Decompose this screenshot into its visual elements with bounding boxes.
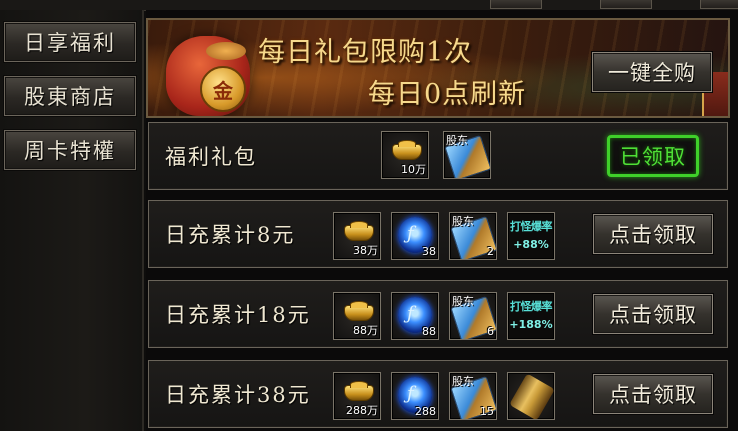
item-tag: 股东 bbox=[452, 375, 474, 388]
claimed-status-stamp: 已领取 bbox=[607, 135, 699, 177]
row-title: 福利礼包 bbox=[165, 145, 257, 169]
bag-knot bbox=[206, 42, 246, 60]
sidebar: 日享福利 股東商店 周卡特權 bbox=[0, 10, 144, 431]
golden-scroll-icon bbox=[509, 373, 554, 419]
reward-slot-gold[interactable]: 288万 bbox=[333, 372, 381, 420]
reward-row-recharge-38: 日充累计38元 288万 ƒ 288 股东 15 点击领取 bbox=[148, 360, 728, 428]
reward-slot-shareholder[interactable]: 股东 2 bbox=[449, 212, 497, 260]
reward-slot-golden-scroll[interactable] bbox=[507, 372, 555, 420]
buff-value: +188% bbox=[509, 318, 553, 331]
item-count: 288万 bbox=[346, 404, 378, 417]
reward-slot-orb[interactable]: ƒ 88 bbox=[391, 292, 439, 340]
buff-name: 打怪爆率 bbox=[510, 300, 553, 313]
item-count: 38 bbox=[422, 245, 436, 258]
item-count: 88 bbox=[422, 325, 436, 338]
banner-limit-text: 每日礼包限购1次 bbox=[258, 37, 473, 68]
reward-slot-orb[interactable]: ƒ 38 bbox=[391, 212, 439, 260]
reward-slot-gold[interactable]: 88万 bbox=[333, 292, 381, 340]
gold-ingot-icon bbox=[344, 221, 374, 241]
claim-button[interactable]: 点击领取 bbox=[593, 214, 713, 254]
gold-coin-icon: 金 bbox=[200, 66, 246, 112]
item-count: 288 bbox=[415, 405, 436, 418]
gold-ingot-icon bbox=[392, 140, 422, 160]
buff-name: 打怪爆率 bbox=[510, 220, 553, 233]
banner-refresh-text: 每日0点刷新 bbox=[368, 79, 527, 110]
reward-slot-shareholder[interactable]: 股东 6 bbox=[449, 292, 497, 340]
sidebar-item-shareholder-shop[interactable]: 股東商店 bbox=[4, 76, 136, 116]
claim-button[interactable]: 点击领取 bbox=[593, 374, 713, 414]
reward-slot-shareholder[interactable]: 股东 15 bbox=[449, 372, 497, 420]
item-count: 88万 bbox=[353, 324, 378, 337]
reward-slot-shareholder[interactable]: 股东 bbox=[443, 131, 491, 179]
item-tag: 股东 bbox=[446, 134, 468, 147]
item-count: 2 bbox=[487, 245, 494, 258]
buff-value: +88% bbox=[513, 238, 549, 251]
buy-all-button[interactable]: 一键全购 bbox=[592, 52, 712, 92]
sidebar-item-weekly-card[interactable]: 周卡特權 bbox=[4, 130, 136, 170]
claim-button[interactable]: 点击领取 bbox=[593, 294, 713, 334]
reward-slot-drop-rate[interactable]: 打怪爆率 +188% bbox=[507, 292, 555, 340]
item-count: 6 bbox=[487, 325, 494, 338]
item-tag: 股东 bbox=[452, 215, 474, 228]
row-title: 日充累计18元 bbox=[165, 303, 311, 327]
item-count: 38万 bbox=[353, 244, 378, 257]
main-panel: 金 每日礼包限购1次 每日0点刷新 一键全购 福利礼包 10万 股东 已领取 日… bbox=[146, 10, 738, 431]
top-frame-tab[interactable] bbox=[600, 0, 652, 9]
row-title: 日充累计38元 bbox=[165, 383, 311, 407]
sidebar-item-daily-welfare[interactable]: 日享福利 bbox=[4, 22, 136, 62]
gold-ingot-icon bbox=[344, 381, 374, 401]
reward-slot-gold[interactable]: 38万 bbox=[333, 212, 381, 260]
reward-row-recharge-8: 日充累计8元 38万 ƒ 38 股东 2 打怪爆率 +88% 点击领取 bbox=[148, 200, 728, 268]
row-title: 日充累计8元 bbox=[165, 223, 296, 247]
reward-slot-gold[interactable]: 10万 bbox=[381, 131, 429, 179]
gold-ingot-icon bbox=[344, 301, 374, 321]
item-count: 10万 bbox=[401, 163, 426, 176]
reward-slot-orb[interactable]: ƒ 288 bbox=[391, 372, 439, 420]
top-frame-tab[interactable] bbox=[490, 0, 542, 9]
daily-pack-banner: 金 每日礼包限购1次 每日0点刷新 一键全购 bbox=[146, 18, 730, 118]
top-frame-tab[interactable] bbox=[700, 0, 738, 9]
item-tag: 股东 bbox=[452, 295, 474, 308]
reward-slot-drop-rate[interactable]: 打怪爆率 +88% bbox=[507, 212, 555, 260]
reward-row-recharge-18: 日充累计18元 88万 ƒ 88 股东 6 打怪爆率 +188% 点击领取 bbox=[148, 280, 728, 348]
item-count: 15 bbox=[480, 405, 494, 418]
reward-row-welfare-pack: 福利礼包 10万 股东 已领取 bbox=[148, 122, 728, 190]
